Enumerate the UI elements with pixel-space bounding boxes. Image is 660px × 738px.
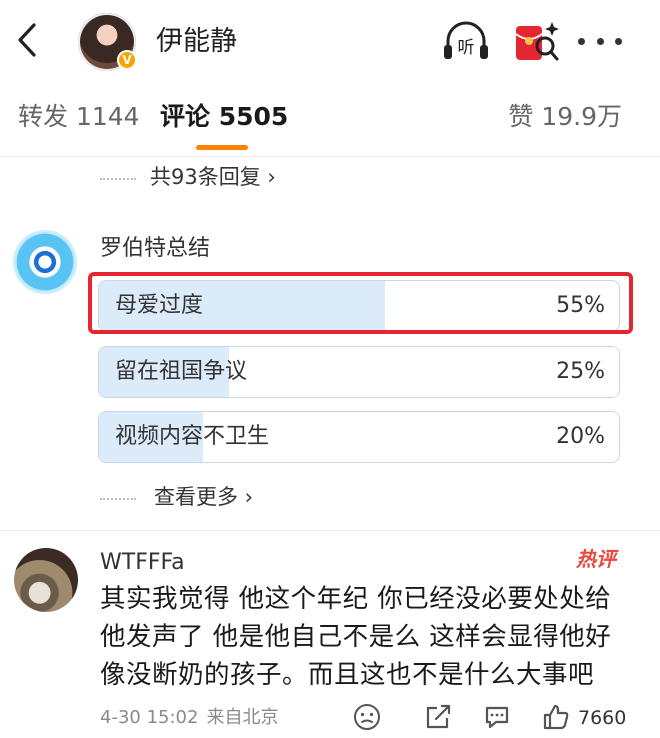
comment-meta: 4-30 15:02 来自北京: [100, 705, 286, 731]
headphones-icon[interactable]: 听: [441, 17, 491, 67]
author-name[interactable]: 伊能静: [156, 24, 237, 60]
verified-icon: V: [117, 50, 137, 70]
thumbs-up-icon[interactable]: [541, 702, 571, 732]
see-more-link[interactable]: 查看更多 ›: [154, 482, 253, 512]
dotted-separator: [100, 178, 136, 180]
user-avatar[interactable]: [14, 548, 78, 612]
poll-option-label: 留在祖国争议: [115, 359, 248, 384]
highlight-box: [88, 272, 633, 334]
emoji-icon[interactable]: [352, 702, 382, 732]
tab-repost[interactable]: 转发 1144: [18, 100, 140, 134]
comment-date: 4-30 15:02: [100, 707, 199, 728]
dotted-separator: [100, 498, 136, 500]
red-packet-icon[interactable]: [512, 16, 560, 68]
poll-option[interactable]: 视频内容不卫生 20%: [98, 411, 620, 463]
bot-avatar[interactable]: [13, 230, 77, 294]
user-name[interactable]: WTFFFa: [100, 548, 185, 578]
share-icon[interactable]: [423, 702, 453, 732]
tab-like[interactable]: 赞 19.9万: [508, 100, 622, 134]
hot-comment-badge: 热评: [576, 547, 616, 571]
tab-comment[interactable]: 评论 5505: [160, 100, 288, 134]
divider: [0, 530, 660, 531]
poll-option-percent: 25%: [556, 359, 605, 384]
comment-text: 其实我觉得 他这个年纪 你已经没必要处处给他发声了 他是他自己不是么 这样会显得…: [100, 584, 612, 690]
comment-location: 来自北京: [206, 707, 279, 728]
like-count: 7660: [578, 707, 627, 729]
poll-option-label: 视频内容不卫生: [115, 424, 270, 449]
back-arrow-icon[interactable]: [12, 20, 42, 60]
bot-name[interactable]: 罗伯特总结: [100, 234, 210, 264]
view-replies-link[interactable]: 共93条回复 ›: [150, 162, 276, 192]
active-tab-indicator: [196, 145, 248, 150]
listen-label: 听: [458, 38, 475, 58]
poll-option[interactable]: 留在祖国争议 25%: [98, 346, 620, 398]
comment-icon[interactable]: [482, 702, 512, 732]
more-icon[interactable]: [578, 28, 622, 54]
poll-option-percent: 20%: [556, 424, 605, 449]
